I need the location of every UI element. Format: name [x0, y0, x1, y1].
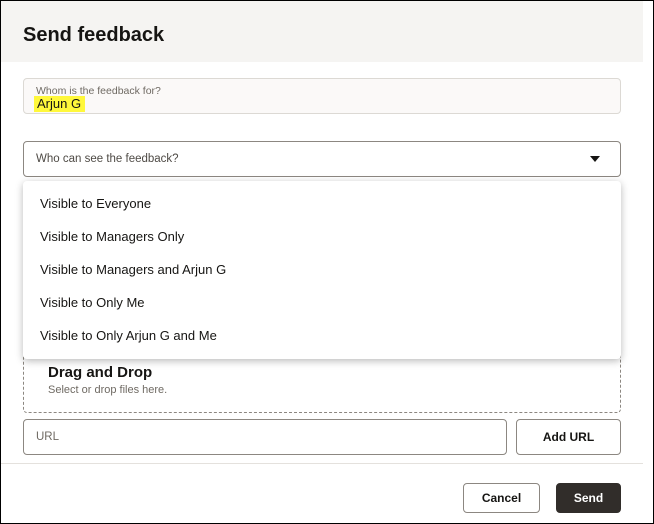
menu-item-only-me[interactable]: Visible to Only Me: [23, 286, 621, 319]
scrollbar-track[interactable]: [643, 1, 653, 523]
recipient-field[interactable]: Whom is the feedback for? Arjun G: [23, 78, 621, 114]
dropzone-subtitle: Select or drop files here.: [48, 384, 168, 396]
visibility-select[interactable]: Who can see the feedback?: [23, 141, 621, 177]
menu-item-recipient-and-me[interactable]: Visible to Only Arjun G and Me: [23, 319, 621, 352]
add-url-button[interactable]: Add URL: [516, 419, 621, 455]
url-input[interactable]: [24, 420, 506, 454]
footer-divider: [1, 463, 643, 464]
menu-item-everyone[interactable]: Visible to Everyone: [23, 187, 621, 220]
cancel-button[interactable]: Cancel: [463, 483, 540, 513]
url-field[interactable]: [23, 419, 507, 455]
send-button[interactable]: Send: [556, 483, 621, 513]
menu-item-managers-only[interactable]: Visible to Managers Only: [23, 220, 621, 253]
dialog-title: Send feedback: [23, 24, 165, 46]
recipient-value: Arjun G: [34, 96, 86, 112]
menu-item-managers-and-recipient[interactable]: Visible to Managers and Arjun G: [23, 253, 621, 286]
visibility-dropdown-menu: Visible to Everyone Visible to Managers …: [23, 181, 621, 359]
dialog-header: Send feedback: [1, 1, 643, 62]
dropzone-title: Drag and Drop: [48, 364, 153, 381]
send-feedback-dialog: Send feedback Whom is the feedback for? …: [0, 0, 654, 524]
caret-down-icon[interactable]: [590, 156, 600, 162]
visibility-placeholder: Who can see the feedback?: [36, 153, 179, 165]
